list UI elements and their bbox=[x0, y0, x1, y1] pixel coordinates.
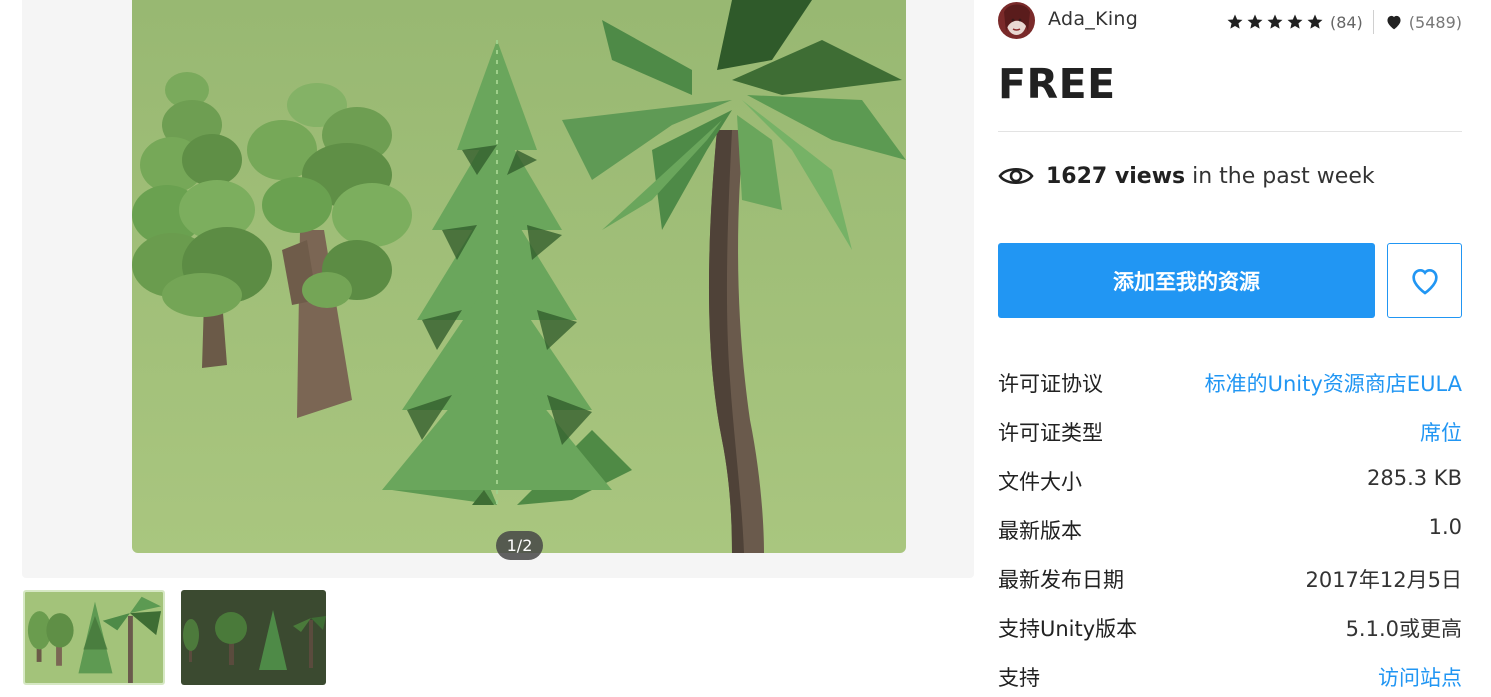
latest-version-value: 1.0 bbox=[1428, 515, 1462, 539]
price-label: FREE bbox=[998, 60, 1116, 108]
detail-row-license-type: 许可证类型 席位 bbox=[998, 409, 1462, 458]
detail-label: 最新发布日期 bbox=[998, 568, 1124, 592]
main-preview-image[interactable] bbox=[132, 0, 906, 553]
detail-label: 支持 bbox=[998, 666, 1040, 690]
favorite-button[interactable] bbox=[1387, 243, 1462, 318]
author-name[interactable]: Ada_King bbox=[1048, 8, 1138, 30]
weekly-views: 1627 views in the past week bbox=[998, 160, 1375, 192]
star-icon bbox=[1267, 14, 1283, 29]
detail-row-release-date: 最新发布日期 2017年12月5日 bbox=[998, 556, 1462, 605]
rating-stars bbox=[1226, 13, 1324, 31]
views-suffix: in the past week bbox=[1192, 163, 1375, 189]
image-page-indicator: 1/2 bbox=[496, 531, 543, 560]
asset-page: 1/2 Ada_King (84) (5489) FREE 1627 views… bbox=[0, 0, 1491, 697]
star-icon bbox=[1307, 14, 1323, 29]
divider bbox=[998, 131, 1462, 132]
detail-row-license-agreement: 许可证协议 标准的Unity资源商店EULA bbox=[998, 360, 1462, 409]
license-agreement-link[interactable]: 标准的Unity资源商店EULA bbox=[1205, 368, 1462, 398]
detail-row-support: 支持 访问站点 bbox=[998, 654, 1462, 697]
author-avatar[interactable] bbox=[998, 2, 1035, 39]
rating-group: (84) (5489) bbox=[1226, 10, 1462, 34]
rating-count[interactable]: (84) bbox=[1330, 13, 1363, 32]
detail-row-file-size: 文件大小 285.3 KB bbox=[998, 458, 1462, 507]
favorites-count: (5489) bbox=[1408, 12, 1462, 32]
details-table: 许可证协议 标准的Unity资源商店EULA 许可证类型 席位 文件大小 285… bbox=[998, 360, 1462, 697]
file-size-value: 285.3 KB bbox=[1367, 466, 1462, 490]
detail-label: 文件大小 bbox=[998, 470, 1082, 494]
release-date-value: 2017年12月5日 bbox=[1305, 568, 1462, 592]
media-viewer: 1/2 bbox=[22, 0, 974, 578]
heart-outline-icon bbox=[1411, 268, 1438, 295]
rating-separator bbox=[1372, 10, 1374, 34]
detail-row-latest-version: 最新版本 1.0 bbox=[998, 507, 1462, 556]
asset-info-panel: Ada_King (84) (5489) FREE 1627 views in … bbox=[998, 0, 1462, 697]
author-row: Ada_King (84) (5489) bbox=[998, 2, 1462, 40]
detail-row-unity-version: 支持Unity版本 5.1.0或更高 bbox=[998, 605, 1462, 654]
detail-label: 最新版本 bbox=[998, 519, 1082, 543]
detail-label: 支持Unity版本 bbox=[998, 617, 1138, 641]
thumbnail-1[interactable] bbox=[23, 590, 165, 685]
views-count: 1627 views bbox=[1046, 163, 1186, 189]
star-icon bbox=[1247, 14, 1263, 29]
detail-label: 许可证类型 bbox=[998, 421, 1103, 445]
add-to-my-assets-button[interactable]: 添加至我的资源 bbox=[998, 243, 1375, 318]
heart-icon bbox=[1387, 15, 1401, 30]
thumbnail-2[interactable] bbox=[181, 590, 326, 685]
license-type-link[interactable]: 席位 bbox=[1420, 417, 1462, 447]
eye-icon bbox=[998, 167, 1034, 185]
visit-site-link[interactable]: 访问站点 bbox=[1378, 662, 1462, 692]
unity-version-value: 5.1.0或更高 bbox=[1345, 617, 1462, 641]
star-icon bbox=[1287, 14, 1303, 29]
detail-label: 许可证协议 bbox=[998, 372, 1103, 396]
star-icon bbox=[1227, 14, 1243, 29]
